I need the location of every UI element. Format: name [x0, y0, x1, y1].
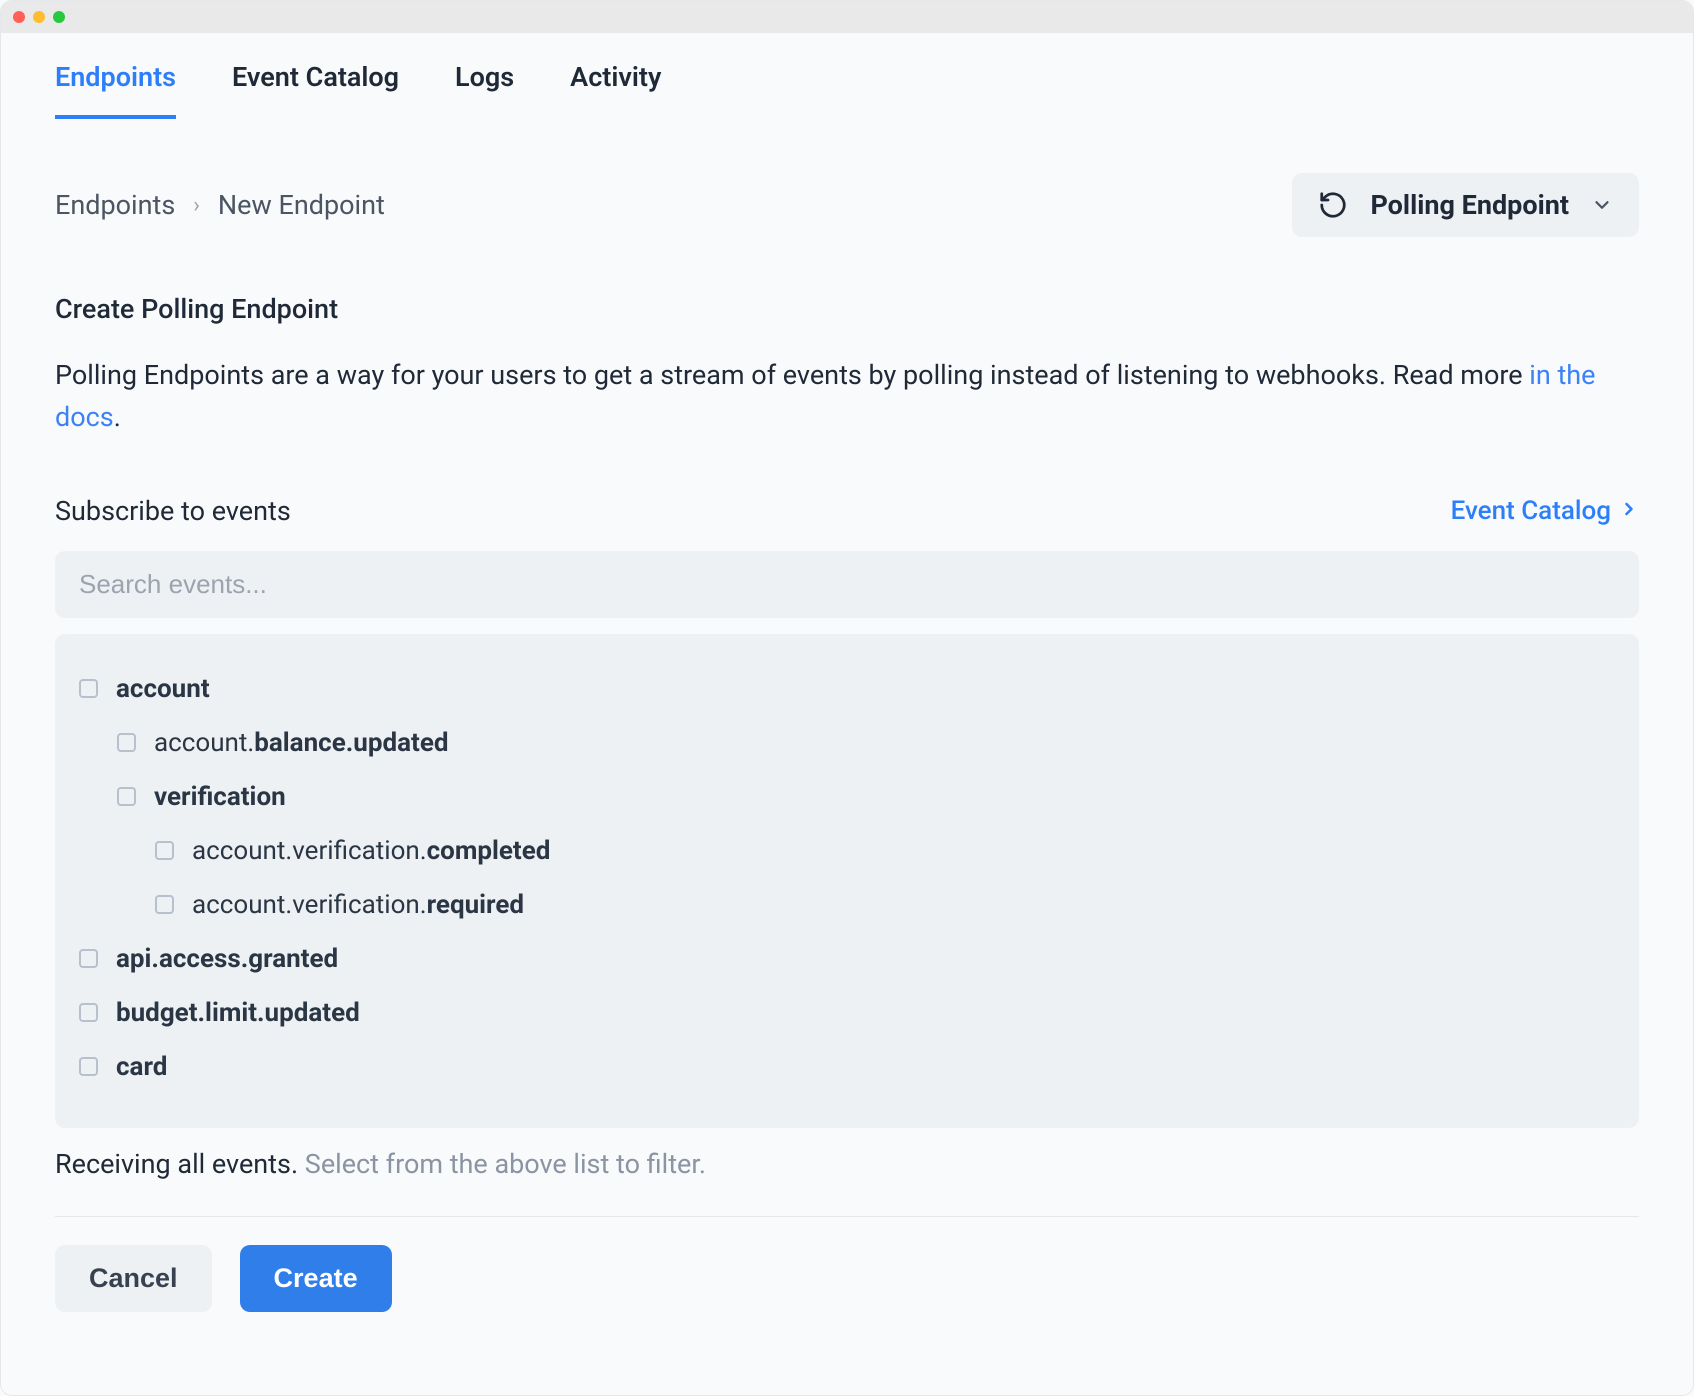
refresh-icon: [1318, 190, 1348, 220]
event-label: account.verification.completed: [192, 836, 550, 866]
divider: [55, 1216, 1639, 1217]
endpoint-type-label: Polling Endpoint: [1370, 189, 1569, 221]
checkbox-icon[interactable]: [155, 895, 174, 914]
event-group-account[interactable]: account: [79, 662, 1615, 716]
tab-endpoints[interactable]: Endpoints: [55, 61, 176, 119]
receiving-main: Receiving all events.: [55, 1148, 298, 1180]
checkbox-icon[interactable]: [117, 733, 136, 752]
form-actions: Cancel Create: [55, 1245, 1639, 1312]
subscribe-header: Subscribe to events Event Catalog: [55, 495, 1639, 527]
event-group-label: account: [116, 674, 210, 704]
event-bold: completed: [427, 836, 551, 866]
breadcrumb-separator-icon: ›: [193, 193, 200, 218]
event-label: budget.limit.updated: [116, 998, 360, 1028]
checkbox-icon[interactable]: [79, 679, 98, 698]
event-api-access-granted[interactable]: api.access.granted: [79, 932, 1615, 986]
event-catalog-link[interactable]: Event Catalog: [1451, 496, 1639, 526]
window-maximize-icon[interactable]: [53, 11, 65, 23]
chevron-right-icon: [1619, 496, 1639, 526]
cancel-button[interactable]: Cancel: [55, 1245, 212, 1312]
checkbox-icon[interactable]: [117, 787, 136, 806]
event-group-label: card: [116, 1052, 167, 1082]
subscribe-label: Subscribe to events: [55, 495, 291, 527]
window-close-icon[interactable]: [13, 11, 25, 23]
event-account-verification-required[interactable]: account.verification.required: [79, 878, 1615, 932]
breadcrumb: Endpoints › New Endpoint: [55, 189, 385, 221]
event-budget-limit-updated[interactable]: budget.limit.updated: [79, 986, 1615, 1040]
window-minimize-icon[interactable]: [33, 11, 45, 23]
event-prefix: account.verification.: [192, 890, 427, 920]
tab-activity[interactable]: Activity: [570, 61, 661, 119]
receiving-status: Receiving all events. Select from the ab…: [55, 1148, 1639, 1180]
page-description: Polling Endpoints are a way for your use…: [55, 355, 1615, 439]
event-catalog-link-text: Event Catalog: [1451, 496, 1611, 526]
event-group-card[interactable]: card: [79, 1040, 1615, 1094]
app-window: Endpoints Event Catalog Logs Activity En…: [0, 0, 1694, 1396]
search-input[interactable]: [55, 551, 1639, 618]
checkbox-icon[interactable]: [79, 949, 98, 968]
chevron-down-icon: [1591, 194, 1613, 216]
breadcrumb-parent[interactable]: Endpoints: [55, 189, 175, 221]
nav-tabs: Endpoints Event Catalog Logs Activity: [55, 33, 1639, 119]
checkbox-icon[interactable]: [79, 1057, 98, 1076]
titlebar: [1, 1, 1693, 33]
event-bold: required: [427, 890, 524, 920]
event-label: account.verification.required: [192, 890, 524, 920]
create-button[interactable]: Create: [240, 1245, 392, 1312]
events-list: account account.balance.updated verifica…: [55, 634, 1639, 1128]
page-description-post: .: [114, 401, 121, 433]
tab-event-catalog[interactable]: Event Catalog: [232, 61, 399, 119]
event-account-verification-completed[interactable]: account.verification.completed: [79, 824, 1615, 878]
page-title: Create Polling Endpoint: [55, 293, 1639, 325]
page-content: Endpoints Event Catalog Logs Activity En…: [1, 33, 1693, 1395]
checkbox-icon[interactable]: [155, 841, 174, 860]
checkbox-icon[interactable]: [79, 1003, 98, 1022]
event-bold: balance.updated: [254, 728, 448, 758]
event-label: account.balance.updated: [154, 728, 449, 758]
header-row: Endpoints › New Endpoint Polling Endpoin…: [55, 173, 1639, 237]
breadcrumb-current: New Endpoint: [218, 189, 385, 221]
endpoint-type-selector[interactable]: Polling Endpoint: [1292, 173, 1639, 237]
page-description-text: Polling Endpoints are a way for your use…: [55, 359, 1529, 391]
event-account-balance-updated[interactable]: account.balance.updated: [79, 716, 1615, 770]
receiving-hint: Select from the above list to filter.: [305, 1148, 706, 1180]
tab-logs[interactable]: Logs: [455, 61, 514, 119]
event-group-label: verification: [154, 782, 286, 812]
event-label: api.access.granted: [116, 944, 338, 974]
event-prefix: account.: [154, 728, 254, 758]
event-group-verification[interactable]: verification: [79, 770, 1615, 824]
event-prefix: account.verification.: [192, 836, 427, 866]
